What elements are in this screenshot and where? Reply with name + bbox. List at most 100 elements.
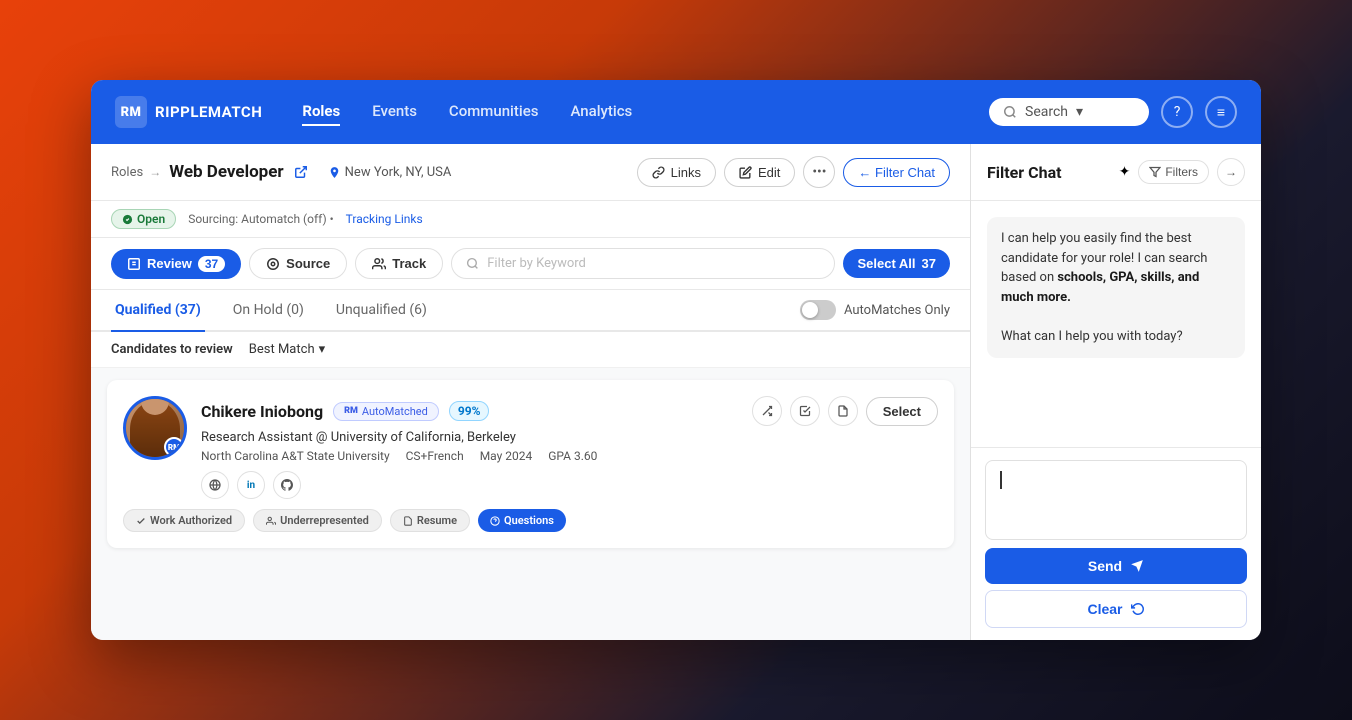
- automatch-badge: RM AutoMatched: [333, 402, 439, 421]
- linkedin-button[interactable]: in: [237, 471, 265, 499]
- nav-link-analytics[interactable]: Analytics: [570, 98, 632, 126]
- website-link-button[interactable]: [201, 471, 229, 499]
- navbar: RM RIPPLEMATCH Roles Events Communities …: [91, 80, 1261, 144]
- sparkle-icon: ✦: [1119, 164, 1131, 180]
- track-tab[interactable]: Track: [355, 248, 443, 279]
- main-app-container: RM RIPPLEMATCH Roles Events Communities …: [91, 80, 1261, 640]
- text-cursor: [1000, 471, 1002, 489]
- review-count-badge: 37: [198, 256, 225, 272]
- qualified-tab[interactable]: Qualified (37): [111, 290, 205, 332]
- location-pin-icon: [328, 166, 341, 179]
- source-icon: [266, 257, 280, 271]
- links-button[interactable]: Links: [637, 158, 716, 187]
- left-panel: Roles → Web Developer New York, NY, USA: [91, 144, 971, 640]
- role-location: New York, NY, USA: [328, 165, 452, 180]
- breadcrumb-arrow-icon: →: [149, 165, 161, 179]
- review-tab[interactable]: Review 37: [111, 249, 241, 279]
- people-icon: [266, 516, 276, 526]
- role-location-text: New York, NY, USA: [345, 165, 452, 180]
- nav-link-events[interactable]: Events: [372, 98, 417, 126]
- candidates-tabs: Qualified (37) On Hold (0) Unqualified (…: [91, 290, 970, 332]
- search-placeholder: Search: [1025, 104, 1068, 120]
- filters-button[interactable]: Filters: [1138, 160, 1209, 184]
- role-title: Web Developer: [169, 162, 283, 182]
- filter-chat-button[interactable]: ← Filter Chat: [843, 158, 950, 187]
- status-badge-open: Open: [111, 209, 176, 229]
- nav-link-communities[interactable]: Communities: [449, 98, 539, 126]
- automatch-label: AutoMatches Only: [844, 303, 950, 318]
- cursor-element: [998, 471, 1002, 489]
- rm-badge: RM: [164, 437, 184, 457]
- avatar: RM: [123, 396, 187, 460]
- menu-button[interactable]: ≡: [1205, 96, 1237, 128]
- more-options-button[interactable]: •••: [803, 156, 835, 188]
- edit-button[interactable]: Edit: [724, 158, 795, 187]
- questions-icon: [490, 516, 500, 526]
- filter-chat-title: Filter Chat: [987, 163, 1111, 182]
- resume-icon: [403, 516, 413, 526]
- select-all-button[interactable]: Select All 37: [843, 249, 950, 278]
- link-icon: [652, 166, 665, 179]
- track-icon: [372, 257, 386, 271]
- graduation-text: May 2024: [480, 449, 533, 463]
- tag-work-authorized: Work Authorized: [123, 509, 245, 532]
- automatch-toggle[interactable]: AutoMatches Only: [800, 300, 950, 320]
- candidate-tags: Work Authorized Underrepresented Resume: [123, 509, 938, 532]
- candidate-card: RM Chikere Iniobong RM AutoMatched 99%: [107, 380, 954, 548]
- shuffle-button[interactable]: [752, 396, 782, 426]
- candidate-links: in: [201, 471, 938, 499]
- tag-resume[interactable]: Resume: [390, 509, 470, 532]
- sourcing-text: Sourcing: Automatch (off) •: [188, 212, 333, 226]
- candidate-info: Chikere Iniobong RM AutoMatched 99%: [201, 396, 938, 499]
- nav-link-roles[interactable]: Roles: [302, 98, 340, 126]
- select-candidate-button[interactable]: Select: [866, 397, 938, 426]
- check-icon: [136, 516, 146, 526]
- on-hold-tab[interactable]: On Hold (0): [229, 290, 308, 332]
- major-text: CS+French: [406, 449, 464, 463]
- chat-input-area: Send Clear: [971, 447, 1261, 640]
- search-bar[interactable]: Search ▾: [989, 98, 1149, 126]
- sort-dropdown[interactable]: Best Match ▾: [249, 342, 325, 357]
- clear-button[interactable]: Clear: [985, 590, 1247, 628]
- breadcrumb-roles[interactable]: Roles →: [111, 165, 161, 180]
- shuffle-icon: [761, 405, 773, 417]
- document-button[interactable]: [828, 396, 858, 426]
- tag-questions[interactable]: Questions: [478, 509, 566, 532]
- github-icon: [281, 479, 293, 491]
- external-link-icon[interactable]: [294, 165, 308, 179]
- keyword-filter-input[interactable]: Filter by Keyword: [451, 248, 835, 279]
- filter-search-icon: [466, 257, 479, 270]
- candidates-to-review-label: Candidates to review: [111, 342, 233, 357]
- chat-input-box[interactable]: [985, 460, 1247, 540]
- next-arrow-button[interactable]: →: [1217, 158, 1245, 186]
- review-icon: [127, 257, 141, 271]
- send-button[interactable]: Send: [985, 548, 1247, 584]
- linkedin-icon: in: [247, 480, 255, 491]
- brand-name: RIPPLEMATCH: [155, 103, 262, 121]
- candidate-name-row: Chikere Iniobong RM AutoMatched 99%: [201, 396, 938, 426]
- unqualified-tab[interactable]: Unqualified (6): [332, 290, 431, 332]
- avatar-head: [141, 399, 169, 415]
- breadcrumb-label: Roles: [111, 165, 143, 180]
- logo-area: RM RIPPLEMATCH: [115, 96, 262, 128]
- right-panel: Filter Chat ✦ Filters → I can help you e…: [971, 144, 1261, 640]
- keyword-placeholder: Filter by Keyword: [487, 256, 586, 271]
- filter-chat-header: Filter Chat ✦ Filters →: [971, 144, 1261, 201]
- tabs-bar: Review 37 Source Track: [91, 238, 970, 290]
- chevron-down-icon: ▾: [1076, 104, 1083, 120]
- github-button[interactable]: [273, 471, 301, 499]
- candidate-name: Chikere Iniobong: [201, 402, 323, 421]
- source-tab[interactable]: Source: [249, 248, 347, 279]
- logo-icon: RM: [115, 96, 147, 128]
- chat-bubble: I can help you easily find the best cand…: [987, 217, 1245, 358]
- match-percent-badge: 99%: [449, 401, 490, 421]
- filter-icon: [1149, 166, 1161, 178]
- checklist-button[interactable]: [790, 396, 820, 426]
- candidates-header: Candidates to review Best Match ▾: [91, 332, 970, 368]
- university-text: North Carolina A&T State University: [201, 449, 390, 463]
- automatch-toggle-track[interactable]: [800, 300, 836, 320]
- help-button[interactable]: ?: [1161, 96, 1193, 128]
- document-icon: [837, 405, 849, 417]
- tracking-links-link[interactable]: Tracking Links: [346, 212, 423, 226]
- chat-message-2: What can I help you with today?: [1001, 329, 1183, 344]
